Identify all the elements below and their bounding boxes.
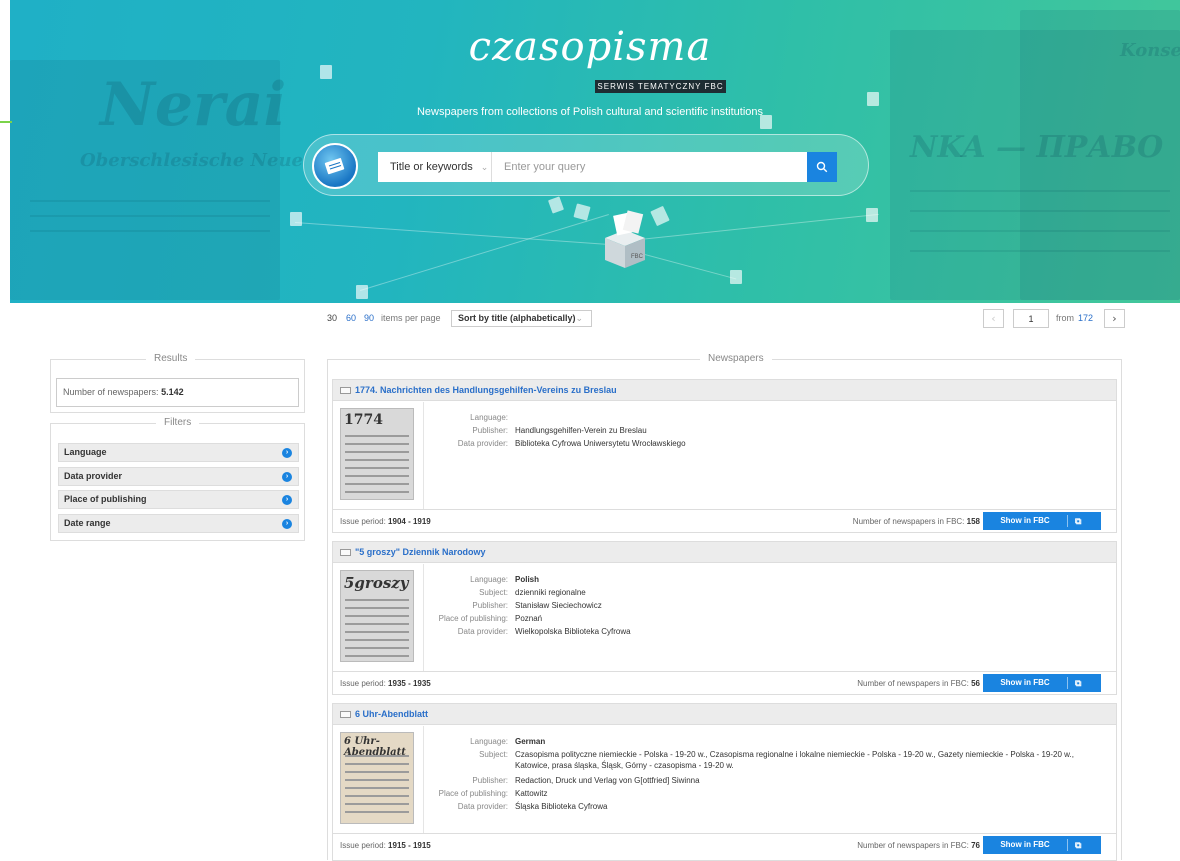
newspaper-title: "5 groszy" Dziennik Narodowy — [355, 547, 486, 557]
fbc-count: Number of newspapers in FBC: 158 — [852, 517, 980, 526]
tagline: Newspapers from collections of Polish cu… — [416, 106, 764, 118]
newspaper-title-link[interactable]: 6 Uhr-Abendblatt — [333, 704, 1116, 725]
show-in-fbc-button[interactable]: Show in FBC ⧉ — [983, 512, 1101, 530]
pagination-from-label: from — [1056, 313, 1074, 323]
filter-language[interactable]: Language › — [58, 443, 299, 462]
newspaper-title: 6 Uhr-Abendblatt — [355, 709, 428, 719]
filter-label: Date range — [64, 518, 111, 528]
document-icon — [867, 92, 879, 106]
fbc-count: Number of newspapers in FBC: 56 — [857, 679, 980, 688]
search-button[interactable] — [807, 152, 837, 182]
per-page-60[interactable]: 60 — [346, 313, 356, 323]
filter-date-range[interactable]: Date range › — [58, 514, 299, 533]
filter-data-provider[interactable]: Data provider › — [58, 467, 299, 486]
results-count: 5.142 — [161, 387, 184, 397]
newspaper-card: 6 Uhr-Abendblatt 6 Uhr-Abendblatt Langua… — [332, 703, 1117, 861]
card-footer: Issue period: 1935 - 1935 Number of news… — [333, 671, 1116, 694]
newspapers-panel: Newspapers 1774. Nachrichten des Handlun… — [327, 353, 1122, 861]
document-icon — [320, 65, 332, 79]
search-icon — [816, 161, 828, 173]
search-input[interactable] — [492, 152, 807, 182]
expand-icon: › — [282, 448, 292, 458]
filters-title: Filters — [156, 417, 200, 428]
chevron-down-icon: ⌄ — [575, 313, 583, 323]
bg-line — [910, 190, 1170, 192]
external-link-icon: ⧉ — [1075, 516, 1082, 526]
bg-line — [30, 230, 270, 232]
newspaper-title-link[interactable]: 1774. Nachrichten des Handlungsgehilfen-… — [333, 380, 1116, 401]
search-bar: Title or keywords ⌄ — [303, 134, 869, 196]
sort-value: Sort by title (alphabetically) — [458, 313, 576, 323]
prev-page-button[interactable]: ‹ — [983, 309, 1004, 328]
results-label: Number of newspapers: — [63, 387, 159, 397]
next-page-button[interactable]: › — [1104, 309, 1125, 328]
newspaper-icon — [340, 711, 351, 719]
bg-line — [30, 200, 270, 202]
per-page-label: items per page — [381, 313, 441, 323]
expand-icon: › — [282, 472, 292, 482]
svg-text:FBC: FBC — [631, 254, 644, 260]
newspaper-icon — [340, 387, 351, 395]
flying-newspaper-icon — [573, 203, 591, 221]
expand-icon: › — [282, 495, 292, 505]
issue-period: Issue period: 1915 - 1915 — [340, 841, 431, 850]
bg-newspaper-masthead: Oberschlesische Neue — [80, 150, 303, 171]
flying-newspaper-icon — [547, 196, 565, 214]
results-panel: Results Number of newspapers: 5.142 — [50, 353, 305, 413]
newspaper-box-icon: FBC — [605, 210, 645, 268]
document-icon — [290, 212, 302, 226]
external-link-icon: ⧉ — [1075, 678, 1082, 688]
left-accent-line — [0, 121, 12, 123]
per-page-90[interactable]: 90 — [364, 313, 374, 323]
newspaper-title: 1774. Nachrichten des Handlungsgehilfen-… — [355, 385, 617, 395]
sort-select[interactable]: Sort by title (alphabetically) ⌄ — [451, 310, 592, 327]
search-scope-select[interactable]: Title or keywords ⌄ — [378, 152, 492, 182]
fbc-count: Number of newspapers in FBC: 76 — [857, 841, 980, 850]
external-link-icon: ⧉ — [1075, 840, 1082, 850]
filter-label: Place of publishing — [64, 494, 147, 504]
document-icon — [356, 285, 368, 299]
page-number-input[interactable] — [1013, 309, 1049, 328]
bg-line — [910, 250, 1170, 252]
newspapers-title: Newspapers — [700, 353, 772, 364]
bg-newspaper-masthead: Konse — [1120, 40, 1180, 61]
filter-label: Language — [64, 447, 107, 457]
logo-badge: SERWIS TEMATYCZNY FBC — [595, 80, 726, 93]
filter-label: Data provider — [64, 471, 123, 481]
bg-newspaper-masthead: Nerai — [100, 70, 287, 140]
newspaper-icon — [340, 549, 351, 557]
per-page-30[interactable]: 30 — [327, 313, 337, 323]
issue-period: Issue period: 1935 - 1935 — [340, 679, 431, 688]
document-icon — [730, 270, 742, 284]
show-in-fbc-button[interactable]: Show in FBC ⧉ — [983, 674, 1101, 692]
newspaper-card: "5 groszy" Dziennik Narodowy 5groszy Lan… — [332, 541, 1117, 695]
pagination-total[interactable]: 172 — [1078, 313, 1093, 323]
network-line — [360, 213, 609, 291]
search-scope-value: Title or keywords — [390, 161, 473, 173]
filters-panel: Filters Language › Data provider › Place… — [50, 417, 305, 541]
filter-place-of-publishing[interactable]: Place of publishing › — [58, 490, 299, 509]
newspaper-search-icon — [312, 143, 358, 189]
bg-line — [30, 215, 270, 217]
newspaper-title-link[interactable]: "5 groszy" Dziennik Narodowy — [333, 542, 1116, 563]
bg-line — [910, 230, 1170, 232]
network-line — [294, 222, 615, 246]
card-footer: Issue period: 1915 - 1915 Number of news… — [333, 833, 1116, 856]
site-logo[interactable]: czasopisma — [455, 24, 725, 70]
card-footer: Issue period: 1904 - 1919 Number of news… — [333, 509, 1116, 532]
bg-line — [910, 210, 1170, 212]
results-count-box: Number of newspapers: 5.142 — [56, 378, 299, 407]
newspaper-card: 1774. Nachrichten des Handlungsgehilfen-… — [332, 379, 1117, 533]
document-icon — [866, 208, 878, 222]
issue-period: Issue period: 1904 - 1919 — [340, 517, 431, 526]
bg-newspaper-masthead: NKA — ПРАВО — [910, 130, 1164, 165]
expand-icon: › — [282, 519, 292, 529]
show-in-fbc-button[interactable]: Show in FBC ⧉ — [983, 836, 1101, 854]
results-title: Results — [146, 353, 196, 364]
chevron-down-icon: ⌄ — [480, 161, 489, 172]
